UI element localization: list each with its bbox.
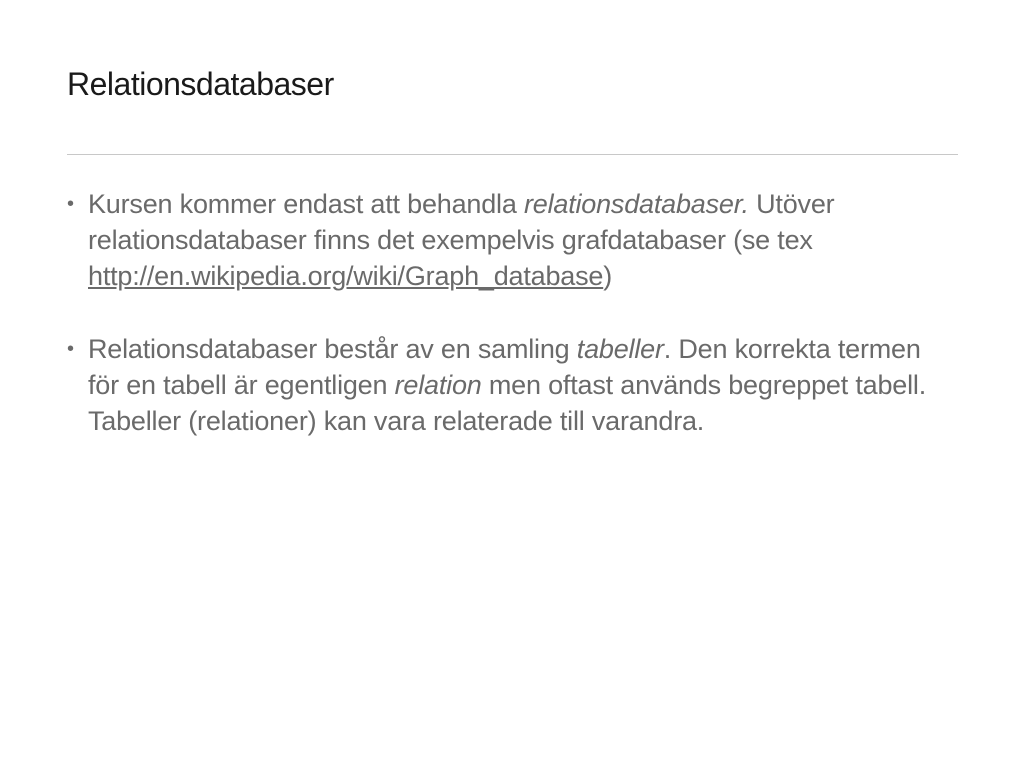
bullet-item-1: • Kursen kommer endast att behandla rela… xyxy=(67,186,947,294)
bullet-2-italic-1: tabeller xyxy=(576,334,664,364)
title-divider xyxy=(67,154,958,155)
bullet-icon: • xyxy=(67,338,74,360)
bullet-2-text-1: Relationsdatabaser består av en samling xyxy=(88,334,577,364)
bullet-2-italic-2: relation xyxy=(394,370,482,400)
slide-title: Relationsdatabaser xyxy=(67,66,334,102)
bullet-1-text-3: ) xyxy=(603,261,613,291)
slide: Relationsdatabaser • Kursen kommer endas… xyxy=(0,0,1024,768)
bullet-list: • Kursen kommer endast att behandla rela… xyxy=(67,186,947,439)
bullet-icon: • xyxy=(67,193,74,215)
bullet-1-italic-1: relationsdatabaser. xyxy=(523,189,749,219)
bullet-1-text-1: Kursen kommer endast att behandla xyxy=(88,189,524,219)
wikipedia-link[interactable]: http://en.wikipedia.org/wiki/Graph_datab… xyxy=(88,261,603,291)
bullet-item-2: • Relationsdatabaser består av en samlin… xyxy=(67,331,947,439)
